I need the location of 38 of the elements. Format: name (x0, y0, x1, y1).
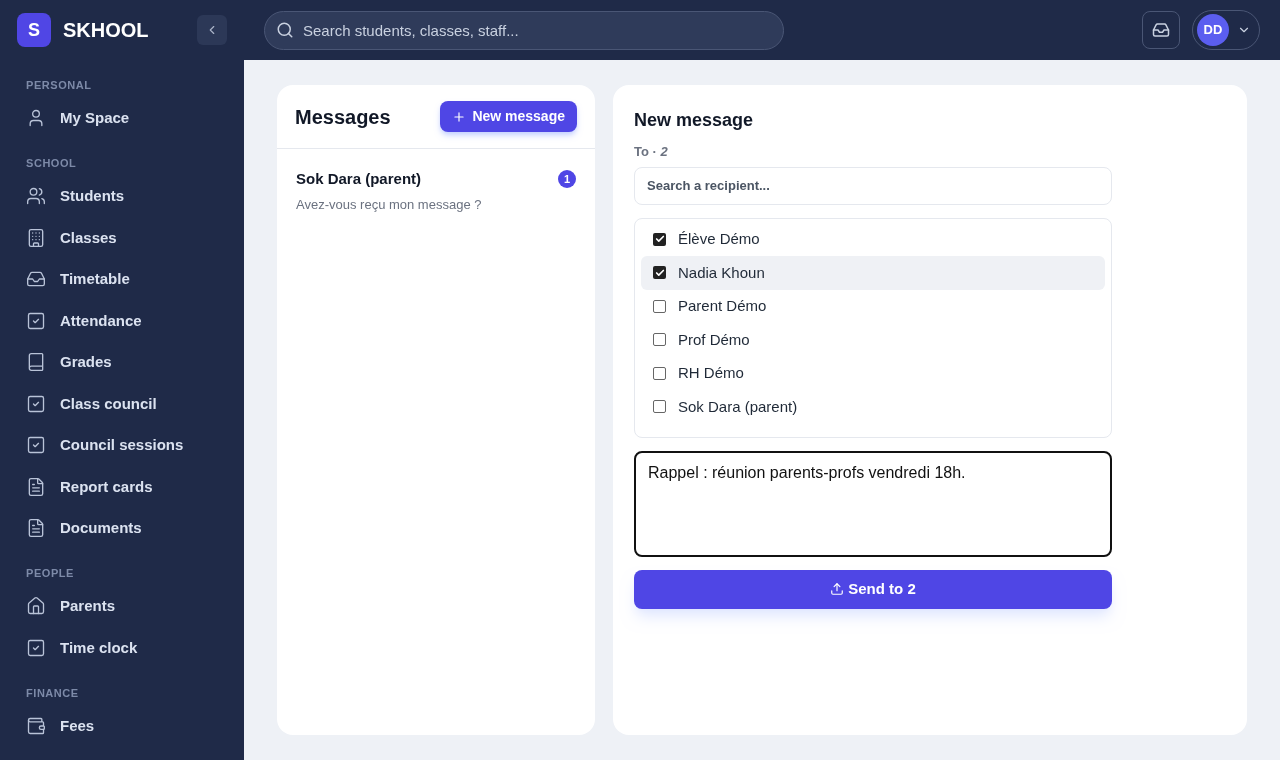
section-heading: FINANCE (25, 685, 80, 701)
recipient-option[interactable]: RH Démo (641, 356, 1105, 390)
section-heading: PERSONAL (25, 78, 93, 93)
recipient-search-field[interactable]: Search a recipient... (634, 166, 1112, 205)
brand-name: SKHOOL (63, 18, 149, 43)
unread-count: 1 (558, 170, 576, 189)
nav-item[interactable]: Grades (0, 341, 244, 383)
nav-item[interactable]: Students (0, 175, 244, 217)
new-message-button[interactable]: New message (440, 101, 577, 132)
recipient-count-label: To · 2 (634, 143, 669, 161)
nav-item[interactable]: Council sessions (0, 424, 244, 466)
nav-item[interactable]: My Space (0, 97, 244, 139)
nav-item[interactable]: Timetable (0, 258, 244, 300)
thread-sender: Sok Dara (parent) (296, 169, 422, 189)
send-button[interactable]: Send to 2 (634, 569, 1112, 609)
recipient-option[interactable]: Nadia Khoun (641, 256, 1105, 290)
nav-item[interactable]: Parents (0, 585, 244, 627)
recipient-option[interactable]: Prof Démo (641, 323, 1105, 357)
nav-item[interactable]: Report cards (0, 466, 244, 508)
nav-item[interactable]: Classes (0, 217, 244, 259)
section-heading: SCHOOL (25, 156, 78, 171)
nav-item[interactable]: Documents (0, 507, 244, 549)
nav-item[interactable]: Attendance (0, 300, 244, 342)
nav-item[interactable]: Fees (0, 705, 244, 747)
message-thread[interactable]: Sok Dara (parent) 1 Avez-vous reçu mon message ? (277, 149, 595, 214)
section-heading: PEOPLE (25, 566, 75, 581)
thread-preview: Avez-vous reçu mon message ? (296, 195, 483, 214)
avatar: DD (1197, 14, 1229, 46)
message-body-field[interactable]: Rappel : réunion parents-profs vendredi 18h. (634, 450, 1112, 557)
nav-item[interactable]: Class council (0, 383, 244, 425)
recipient-option[interactable]: Sok Dara (parent) (641, 390, 1105, 424)
logo: S (17, 13, 51, 47)
nav-item[interactable]: Time clock (0, 627, 244, 669)
recipient-option[interactable]: Élève Démo (641, 222, 1105, 256)
search-field[interactable]: Search students, classes, staff... (264, 10, 784, 50)
recipient-option[interactable]: Parent Démo (641, 289, 1105, 323)
panel-title: Messages (295, 104, 391, 130)
compose-title: New message (634, 109, 755, 132)
